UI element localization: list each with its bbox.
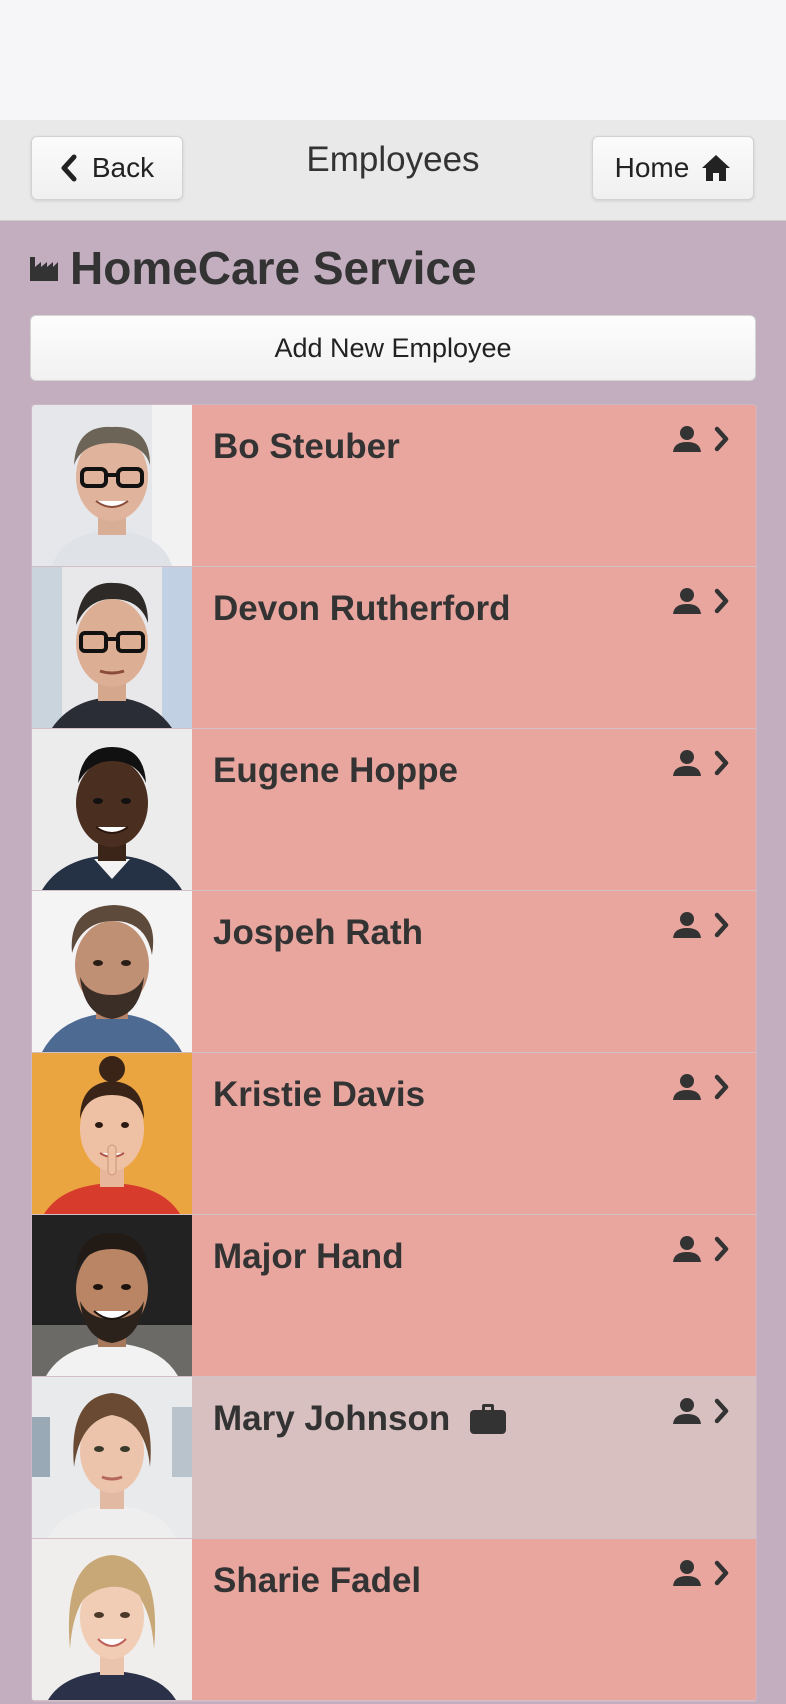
user-icon [673,1560,701,1586]
chevron-right-icon [714,750,729,776]
user-icon [673,912,701,938]
add-employee-button[interactable]: Add New Employee [30,315,756,381]
chevron-right-icon [714,1398,729,1424]
user-icon [673,1398,701,1424]
chevron-right-icon [714,426,729,452]
user-icon [673,588,701,614]
employee-name: Sharie Fadel [213,1561,422,1600]
chevron-right-icon [714,1560,729,1586]
employee-name: Kristie Davis [213,1075,426,1114]
chevron-right-icon [714,912,729,938]
chevron-left-icon [61,154,77,182]
header-bar: Back Employees Home [0,120,786,221]
home-icon [702,155,731,181]
employee-avatar [32,567,192,728]
employee-name: Eugene Hoppe [213,751,459,790]
employee-avatar [32,1215,192,1376]
employee-name: Mary Johnson [213,1399,507,1439]
employee-avatar [32,1539,192,1700]
employee-avatar [32,1377,192,1538]
employee-row[interactable]: Eugene Hoppe [32,729,756,891]
chevron-right-icon [714,1236,729,1262]
employee-row[interactable]: Devon Rutherford [32,567,756,729]
back-label: Back [91,152,155,183]
employee-row[interactable]: Kristie Davis [32,1053,756,1215]
employee-row[interactable]: Mary Johnson [32,1377,756,1539]
page-title: Employees [306,140,480,179]
back-button[interactable]: Back [31,136,183,200]
status-bar [0,0,786,120]
employee-avatar [32,729,192,890]
home-label: Home [614,152,690,183]
employee-name: Devon Rutherford [213,589,511,628]
briefcase-icon [470,1404,507,1434]
home-button[interactable]: Home [592,136,754,200]
user-icon [673,750,701,776]
company-name: HomeCare Service [70,242,477,294]
employee-name: Bo Steuber [213,427,400,466]
employee-avatar [32,1053,192,1214]
company-heading: HomeCare Service [30,240,477,296]
factory-icon [30,257,58,281]
user-icon [673,1074,701,1100]
employee-name: Jospeh Rath [213,913,424,952]
employee-row[interactable]: Jospeh Rath [32,891,756,1053]
chevron-right-icon [714,1074,729,1100]
employee-avatar [32,405,192,566]
chevron-right-icon [714,588,729,614]
employee-row[interactable]: Major Hand [32,1215,756,1377]
employee-name: Major Hand [213,1237,404,1276]
employee-row[interactable]: Bo Steuber [32,405,756,567]
employee-avatar [32,891,192,1052]
employee-row[interactable]: Sharie Fadel [32,1539,756,1701]
user-icon [673,426,701,452]
user-icon [673,1236,701,1262]
employee-list: Bo Steuber Devon Rutherford Eugene Hoppe… [31,404,757,1702]
